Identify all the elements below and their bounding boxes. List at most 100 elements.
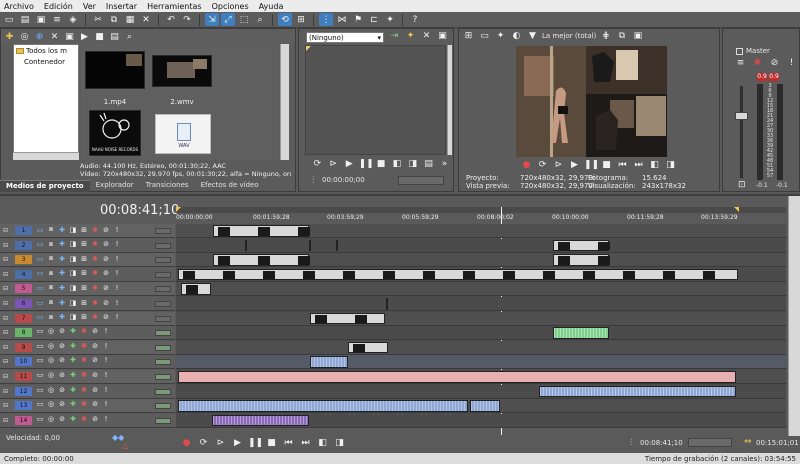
play-icon[interactable]: ▶ [231, 438, 244, 448]
arm-icon[interactable]: ! [102, 327, 110, 335]
track-level-slider[interactable] [155, 417, 171, 424]
selection-tool-icon[interactable]: ⬚ [237, 13, 251, 26]
track-fx-icon[interactable]: ▭ [36, 269, 44, 277]
fx-icon[interactable]: ✺ [80, 371, 88, 379]
automation-icon[interactable]: ◎ [47, 327, 55, 335]
timeline-clip[interactable] [336, 239, 338, 252]
fx-icon[interactable]: ✺ [80, 386, 88, 394]
timeline-clip[interactable] [386, 298, 388, 310]
loop-icon[interactable]: ⟳ [536, 160, 549, 170]
track-fx-icon[interactable]: ▭ [36, 255, 44, 263]
add-icon[interactable]: ✚ [69, 371, 77, 379]
timeline-clip[interactable] [470, 400, 500, 412]
fx-icon[interactable]: ✺ [91, 313, 99, 321]
compositing-icon[interactable]: ⧈ [47, 313, 55, 322]
fx-icon[interactable]: ✺ [80, 356, 88, 364]
track-row[interactable] [176, 282, 786, 297]
parent-icon[interactable]: ◨ [69, 299, 77, 307]
solo-icon[interactable]: ! [113, 313, 121, 321]
pause-icon[interactable]: ❚❚ [359, 159, 374, 169]
mute-icon[interactable]: ⊘ [768, 58, 781, 68]
fx-chain-icon[interactable]: ⊞ [80, 226, 88, 234]
zoom-tool-icon[interactable]: ⌕ [253, 13, 267, 26]
track-fx-icon[interactable]: ▭ [36, 415, 44, 423]
master-fader[interactable] [735, 112, 748, 120]
go-start-icon[interactable]: ⏮ [282, 438, 295, 448]
track-level-slider[interactable] [155, 344, 171, 351]
loop-icon[interactable]: ⟳ [197, 438, 210, 448]
tab-video-fx[interactable]: Efectos de vídeo [195, 180, 265, 192]
track-header[interactable]: ⊟ 7 ▭ ⧈ ✚ ◨ ⊞ ✺ ⊘! [0, 311, 175, 326]
tab-project-media[interactable]: Medios de proyecto [0, 180, 90, 192]
track-level-slider[interactable] [155, 286, 171, 293]
copy-snapshot-icon[interactable]: ⧉ [615, 31, 628, 41]
mute-icon[interactable]: ⊘ [102, 269, 110, 277]
track-level-slider[interactable] [155, 271, 171, 278]
master-fx-icon[interactable]: ✺ [751, 58, 764, 68]
mute-icon[interactable]: ⊘ [102, 240, 110, 248]
stop-media-icon[interactable]: ■ [93, 32, 106, 42]
prev-frame-icon[interactable]: ◧ [316, 438, 329, 448]
fx-icon[interactable]: ✺ [91, 255, 99, 263]
pause-icon[interactable]: ❚❚ [584, 160, 599, 170]
overlays-icon[interactable]: ⋕ [599, 31, 612, 41]
tree-item-container[interactable]: Contenedor [14, 56, 78, 67]
arm-icon[interactable]: ! [102, 371, 110, 379]
track-level-slider[interactable] [155, 374, 171, 380]
timeline-clip[interactable] [178, 268, 738, 281]
paste-icon[interactable]: ▦ [123, 13, 137, 26]
timeline-clip[interactable] [310, 356, 348, 368]
media-thumb-logo[interactable]: NAHU NOISE RECORDS [89, 110, 141, 156]
trimmer-display[interactable] [305, 45, 446, 155]
solo-icon[interactable]: ⊘ [91, 415, 99, 423]
solo-icon[interactable]: ! [113, 255, 121, 263]
mute-icon[interactable]: ⊘ [58, 327, 66, 335]
media-thumb-mp4[interactable] [85, 51, 145, 89]
tab-explorer[interactable]: Explorador [90, 180, 140, 192]
mute-icon[interactable]: ⊘ [102, 299, 110, 307]
pause-icon[interactable]: ❚❚ [248, 438, 263, 448]
expand-track-icon[interactable]: ⊟ [3, 402, 8, 409]
track-row[interactable] [176, 297, 786, 311]
track-level-slider[interactable] [155, 242, 171, 249]
solo-icon[interactable]: ! [113, 299, 121, 307]
add-icon[interactable]: ✚ [69, 327, 77, 335]
time-ruler[interactable]: 00:00:00;00 00:01:59;28 00:03:59;29 00:0… [176, 214, 796, 224]
fx-icon[interactable]: ✺ [80, 327, 88, 335]
lock-icon[interactable]: ⊡ [738, 180, 746, 190]
mute-icon[interactable]: ⊘ [58, 371, 66, 379]
solo-icon[interactable]: ⊘ [91, 386, 99, 394]
timeline-clip[interactable] [553, 327, 609, 339]
track-fx-icon[interactable]: ▭ [36, 284, 44, 292]
region-icon[interactable]: ⊏ [367, 13, 381, 26]
parent-icon[interactable]: ◨ [69, 313, 77, 321]
search-icon[interactable]: ⌕ [123, 32, 136, 42]
automation-icon[interactable]: ◎ [47, 386, 55, 394]
timeline-clip[interactable] [212, 414, 309, 427]
automation-icon[interactable]: ◎ [47, 400, 55, 408]
parent-icon[interactable]: ◨ [69, 240, 77, 248]
expand-track-icon[interactable]: ⊟ [3, 329, 8, 336]
go-end-icon[interactable]: ⏭ [632, 160, 645, 170]
loop-icon[interactable]: ⟳ [311, 159, 324, 169]
track-header[interactable]: ⊟ 13 ▭ ◎ ⊘ ✚ ✺ ⊘! [0, 399, 175, 414]
selection-length-field[interactable] [688, 438, 732, 447]
motion-icon[interactable]: ✚ [58, 299, 66, 307]
quality-icon[interactable]: ▼ [526, 31, 539, 41]
save-icon[interactable]: ▣ [34, 13, 48, 26]
get-media-icon[interactable]: ⊕ [33, 32, 46, 42]
arm-icon[interactable]: ! [102, 386, 110, 394]
timeline-clip[interactable] [213, 225, 310, 237]
mute-icon[interactable]: ⊘ [102, 255, 110, 263]
compositing-icon[interactable]: ⧈ [47, 269, 55, 278]
tab-transitions[interactable]: Transiciones [140, 180, 195, 192]
record-icon[interactable]: ● [520, 160, 533, 170]
track-fx-icon[interactable]: ▭ [36, 342, 44, 350]
motion-icon[interactable]: ✚ [58, 269, 66, 277]
capture-icon[interactable]: ◎ [18, 32, 31, 42]
prev-frame-icon[interactable]: ◧ [391, 159, 404, 169]
menu-ver[interactable]: Ver [83, 2, 96, 11]
arm-icon[interactable]: ! [102, 400, 110, 408]
motion-icon[interactable]: ✚ [58, 284, 66, 292]
fx-chain-icon[interactable]: ⊞ [80, 240, 88, 248]
